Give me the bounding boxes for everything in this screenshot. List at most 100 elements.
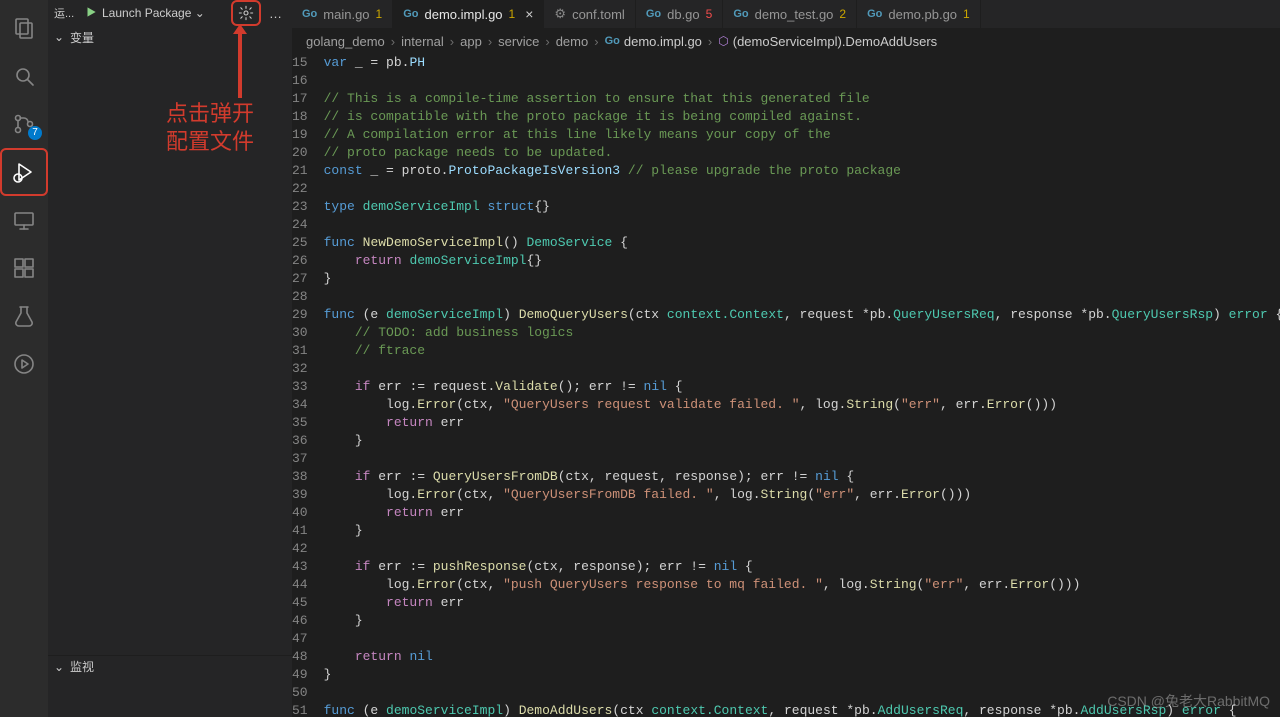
line-number: 25 — [292, 234, 308, 252]
method-icon: ⬡ — [718, 34, 728, 48]
code-line[interactable] — [324, 180, 1280, 198]
code-line[interactable]: if err := pushResponse(ctx, response); e… — [324, 558, 1280, 576]
chevron-right-icon: › — [488, 34, 492, 49]
go-file-icon: Go — [605, 35, 620, 47]
code-line[interactable] — [324, 360, 1280, 378]
code-editor[interactable]: 1516171819202122232425262728293031323334… — [292, 54, 1280, 717]
chevron-right-icon: › — [391, 34, 395, 49]
code-line[interactable]: } — [324, 612, 1280, 630]
start-debug-icon[interactable] — [84, 5, 98, 22]
editor-tab[interactable]: Gomain.go1 — [292, 0, 393, 28]
editor-tab[interactable]: Godemo_test.go2 — [723, 0, 857, 28]
explorer-icon[interactable] — [0, 4, 48, 52]
code-line[interactable]: if err := request.Validate(); err != nil… — [324, 378, 1280, 396]
code-line[interactable]: func (e demoServiceImpl) DemoAddUsers(ct… — [324, 702, 1280, 717]
tab-label: demo.pb.go — [888, 7, 957, 22]
line-number: 21 — [292, 162, 308, 180]
chevron-down-icon: ⌄ — [52, 660, 66, 674]
code-line[interactable]: if err := QueryUsersFromDB(ctx, request,… — [324, 468, 1280, 486]
line-number: 19 — [292, 126, 308, 144]
go-icon[interactable] — [0, 340, 48, 388]
line-number: 42 — [292, 540, 308, 558]
breadcrumb-folder[interactable]: internal — [401, 34, 444, 49]
code-line[interactable]: log.Error(ctx, "QueryUsers request valid… — [324, 396, 1280, 414]
variables-label: 变量 — [70, 29, 94, 46]
code-line[interactable]: return err — [324, 414, 1280, 432]
go-file-icon: Go — [302, 8, 317, 20]
line-number: 16 — [292, 72, 308, 90]
scm-badge: 7 — [28, 126, 42, 140]
breadcrumbs[interactable]: golang_demo › internal › app › service › demo › Go… — [292, 28, 1280, 54]
code-line[interactable]: // A compilation error at this line like… — [324, 126, 1280, 144]
extensions-icon[interactable] — [0, 244, 48, 292]
editor-tab[interactable]: Godb.go5 — [636, 0, 724, 28]
code-line[interactable]: // proto package needs to be updated. — [324, 144, 1280, 162]
breadcrumb-folder[interactable]: service — [498, 34, 539, 49]
code-line[interactable] — [324, 72, 1280, 90]
activity-bar: 7 — [0, 0, 48, 717]
go-file-icon: Go — [646, 8, 661, 20]
code-line[interactable] — [324, 630, 1280, 648]
editor-tab[interactable]: Godemo.impl.go1× — [393, 0, 544, 28]
code-line[interactable]: } — [324, 666, 1280, 684]
editor-tab[interactable]: ⚙ conf.toml — [544, 0, 635, 28]
code-line[interactable] — [324, 684, 1280, 702]
watch-section-header[interactable]: ⌄ 监视 — [48, 655, 292, 677]
remote-icon[interactable] — [0, 196, 48, 244]
line-number: 46 — [292, 612, 308, 630]
toml-file-icon: ⚙ — [554, 6, 566, 22]
code-line[interactable] — [324, 540, 1280, 558]
line-number: 18 — [292, 108, 308, 126]
tab-label: main.go — [323, 7, 369, 22]
code-line[interactable] — [324, 450, 1280, 468]
go-file-icon: Go — [403, 8, 418, 20]
line-number: 17 — [292, 90, 308, 108]
close-icon[interactable]: × — [525, 6, 533, 22]
chevron-right-icon: › — [708, 34, 712, 49]
code-line[interactable]: return demoServiceImpl{} — [324, 252, 1280, 270]
code-line[interactable]: // TODO: add business logics — [324, 324, 1280, 342]
testing-icon[interactable] — [0, 292, 48, 340]
tab-label: conf.toml — [572, 7, 625, 22]
code-content[interactable]: var _ = pb.PH // This is a compile-time … — [324, 54, 1280, 717]
code-line[interactable]: } — [324, 522, 1280, 540]
code-line[interactable]: // is compatible with the proto package … — [324, 108, 1280, 126]
code-line[interactable]: return err — [324, 594, 1280, 612]
breadcrumb-folder[interactable]: app — [460, 34, 482, 49]
breadcrumb-folder[interactable]: demo — [556, 34, 589, 49]
code-line[interactable]: } — [324, 432, 1280, 450]
code-line[interactable]: const _ = proto.ProtoPackageIsVersion3 /… — [324, 162, 1280, 180]
code-line[interactable]: // This is a compile-time assertion to e… — [324, 90, 1280, 108]
code-line[interactable]: } — [324, 270, 1280, 288]
line-number: 23 — [292, 198, 308, 216]
code-line[interactable]: return err — [324, 504, 1280, 522]
code-line[interactable]: var _ = pb.PH — [324, 54, 1280, 72]
run-debug-icon[interactable] — [0, 148, 48, 196]
debug-config-select[interactable]: Launch Package ⌄ — [102, 6, 227, 20]
chevron-right-icon: › — [594, 34, 598, 49]
editor-tab[interactable]: Godemo.pb.go1 — [857, 0, 981, 28]
code-line[interactable] — [324, 216, 1280, 234]
code-line[interactable]: func NewDemoServiceImpl() DemoService { — [324, 234, 1280, 252]
code-line[interactable]: type demoServiceImpl struct{} — [324, 198, 1280, 216]
code-line[interactable]: log.Error(ctx, "push QueryUsers response… — [324, 576, 1280, 594]
code-line[interactable]: return nil — [324, 648, 1280, 666]
code-line[interactable]: // ftrace — [324, 342, 1280, 360]
code-line[interactable]: log.Error(ctx, "QueryUsersFromDB failed.… — [324, 486, 1280, 504]
breadcrumb-file[interactable]: demo.impl.go — [624, 34, 702, 49]
line-number: 27 — [292, 270, 308, 288]
code-line[interactable] — [324, 288, 1280, 306]
variables-section-header[interactable]: ⌄ 变量 — [48, 26, 292, 48]
code-line[interactable]: func (e demoServiceImpl) DemoQueryUsers(… — [324, 306, 1280, 324]
breadcrumb-symbol[interactable]: (demoServiceImpl).DemoAddUsers — [733, 34, 937, 49]
open-launch-json-button[interactable] — [231, 0, 261, 26]
breadcrumb-folder[interactable]: golang_demo — [306, 34, 385, 49]
chevron-right-icon: › — [450, 34, 454, 49]
search-icon[interactable] — [0, 52, 48, 100]
more-actions-icon[interactable]: … — [265, 6, 286, 21]
source-control-icon[interactable]: 7 — [0, 100, 48, 148]
line-number: 48 — [292, 648, 308, 666]
line-number: 41 — [292, 522, 308, 540]
line-number: 40 — [292, 504, 308, 522]
line-number: 43 — [292, 558, 308, 576]
